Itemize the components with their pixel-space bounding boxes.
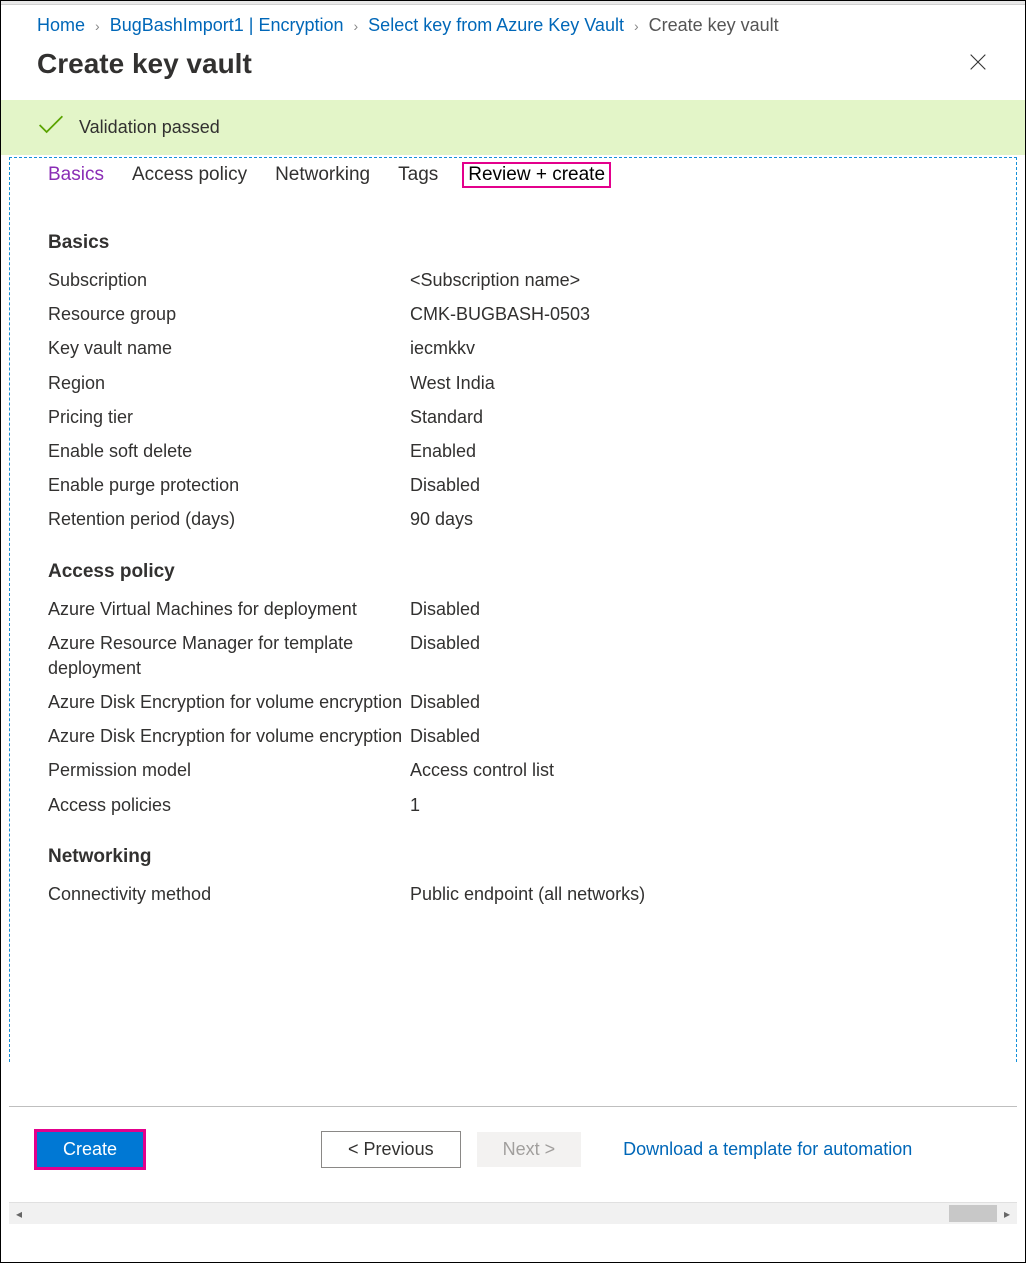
scrollbar-thumb[interactable] <box>949 1205 997 1222</box>
kv-value: West India <box>410 371 495 396</box>
kv-key: Access policies <box>48 793 410 818</box>
kv-value: <Subscription name> <box>410 268 580 293</box>
review-panel: Basics Subscription<Subscription name> R… <box>10 198 1016 907</box>
kv-value: 90 days <box>410 507 473 532</box>
kv-value: Disabled <box>410 597 480 622</box>
chevron-right-icon: › <box>354 18 359 34</box>
kv-value: Standard <box>410 405 483 430</box>
kv-key: Connectivity method <box>48 882 410 907</box>
tab-basics[interactable]: Basics <box>48 164 104 186</box>
section-basics-title: Basics <box>48 232 978 254</box>
kv-row: RegionWest India <box>48 371 978 396</box>
create-button[interactable]: Create <box>37 1132 143 1167</box>
kv-key: Pricing tier <box>48 405 410 430</box>
validation-message: Validation passed <box>79 117 220 138</box>
kv-row: Retention period (days)90 days <box>48 507 978 532</box>
kv-key: Permission model <box>48 758 410 783</box>
chevron-right-icon: › <box>95 18 100 34</box>
kv-key: Azure Resource Manager for template depl… <box>48 631 410 681</box>
kv-value: Access control list <box>410 758 554 783</box>
kv-value: Disabled <box>410 631 480 681</box>
kv-key: Key vault name <box>48 336 410 361</box>
kv-key: Subscription <box>48 268 410 293</box>
breadcrumb-home[interactable]: Home <box>37 15 85 36</box>
section-networking-title: Networking <box>48 846 978 868</box>
kv-key: Enable purge protection <box>48 473 410 498</box>
tab-review-create[interactable]: Review + create <box>462 162 611 188</box>
kv-row: Azure Resource Manager for template depl… <box>48 631 978 681</box>
kv-value: Disabled <box>410 690 480 715</box>
close-button[interactable] <box>967 51 989 78</box>
content-scroll-area[interactable]: Basics Access policy Networking Tags Rev… <box>9 157 1017 1062</box>
check-icon <box>37 114 65 141</box>
validation-banner: Validation passed <box>1 100 1025 155</box>
kv-key: Azure Disk Encryption for volume encrypt… <box>48 724 410 749</box>
kv-value: Disabled <box>410 473 480 498</box>
tab-networking[interactable]: Networking <box>275 164 370 186</box>
kv-row: Subscription<Subscription name> <box>48 268 978 293</box>
breadcrumb-current: Create key vault <box>649 15 779 36</box>
kv-key: Resource group <box>48 302 410 327</box>
close-icon <box>967 51 989 73</box>
kv-row: Access policies1 <box>48 793 978 818</box>
scroll-left-arrow-icon[interactable]: ◂ <box>9 1207 29 1221</box>
kv-row: Connectivity methodPublic endpoint (all … <box>48 882 978 907</box>
kv-value: Disabled <box>410 724 480 749</box>
kv-key: Azure Disk Encryption for volume encrypt… <box>48 690 410 715</box>
scroll-right-arrow-icon[interactable]: ▸ <box>997 1207 1017 1221</box>
download-template-link[interactable]: Download a template for automation <box>623 1139 912 1160</box>
kv-key: Region <box>48 371 410 396</box>
kv-value: Public endpoint (all networks) <box>410 882 645 907</box>
kv-key: Azure Virtual Machines for deployment <box>48 597 410 622</box>
kv-key: Enable soft delete <box>48 439 410 464</box>
kv-row: Resource groupCMK-BUGBASH-0503 <box>48 302 978 327</box>
kv-row: Key vault nameiecmkkv <box>48 336 978 361</box>
kv-value: iecmkkv <box>410 336 475 361</box>
kv-value: 1 <box>410 793 420 818</box>
scrollbar-track[interactable] <box>29 1203 997 1224</box>
kv-value: Enabled <box>410 439 476 464</box>
blade-header: Create key vault <box>1 42 1025 100</box>
kv-row: Pricing tierStandard <box>48 405 978 430</box>
chevron-right-icon: › <box>634 18 639 34</box>
kv-key: Retention period (days) <box>48 507 410 532</box>
kv-row: Azure Virtual Machines for deploymentDis… <box>48 597 978 622</box>
kv-row: Azure Disk Encryption for volume encrypt… <box>48 690 978 715</box>
kv-row: Permission modelAccess control list <box>48 758 978 783</box>
section-access-title: Access policy <box>48 561 978 583</box>
footer-actions: Create < Previous Next > Download a temp… <box>9 1106 1017 1192</box>
breadcrumb: Home › BugBashImport1 | Encryption › Sel… <box>1 5 1025 42</box>
horizontal-scrollbar[interactable]: ◂ ▸ <box>9 1202 1017 1224</box>
previous-button[interactable]: < Previous <box>321 1131 461 1168</box>
kv-row: Azure Disk Encryption for volume encrypt… <box>48 724 978 749</box>
breadcrumb-select-key[interactable]: Select key from Azure Key Vault <box>368 15 624 36</box>
tabs-bar: Basics Access policy Networking Tags Rev… <box>10 158 1016 198</box>
kv-value: CMK-BUGBASH-0503 <box>410 302 590 327</box>
tab-tags[interactable]: Tags <box>398 164 438 186</box>
breadcrumb-resource[interactable]: BugBashImport1 | Encryption <box>110 15 344 36</box>
tab-access-policy[interactable]: Access policy <box>132 164 247 186</box>
next-button: Next > <box>477 1132 582 1167</box>
kv-row: Enable purge protectionDisabled <box>48 473 978 498</box>
kv-row: Enable soft deleteEnabled <box>48 439 978 464</box>
page-title: Create key vault <box>37 48 252 80</box>
